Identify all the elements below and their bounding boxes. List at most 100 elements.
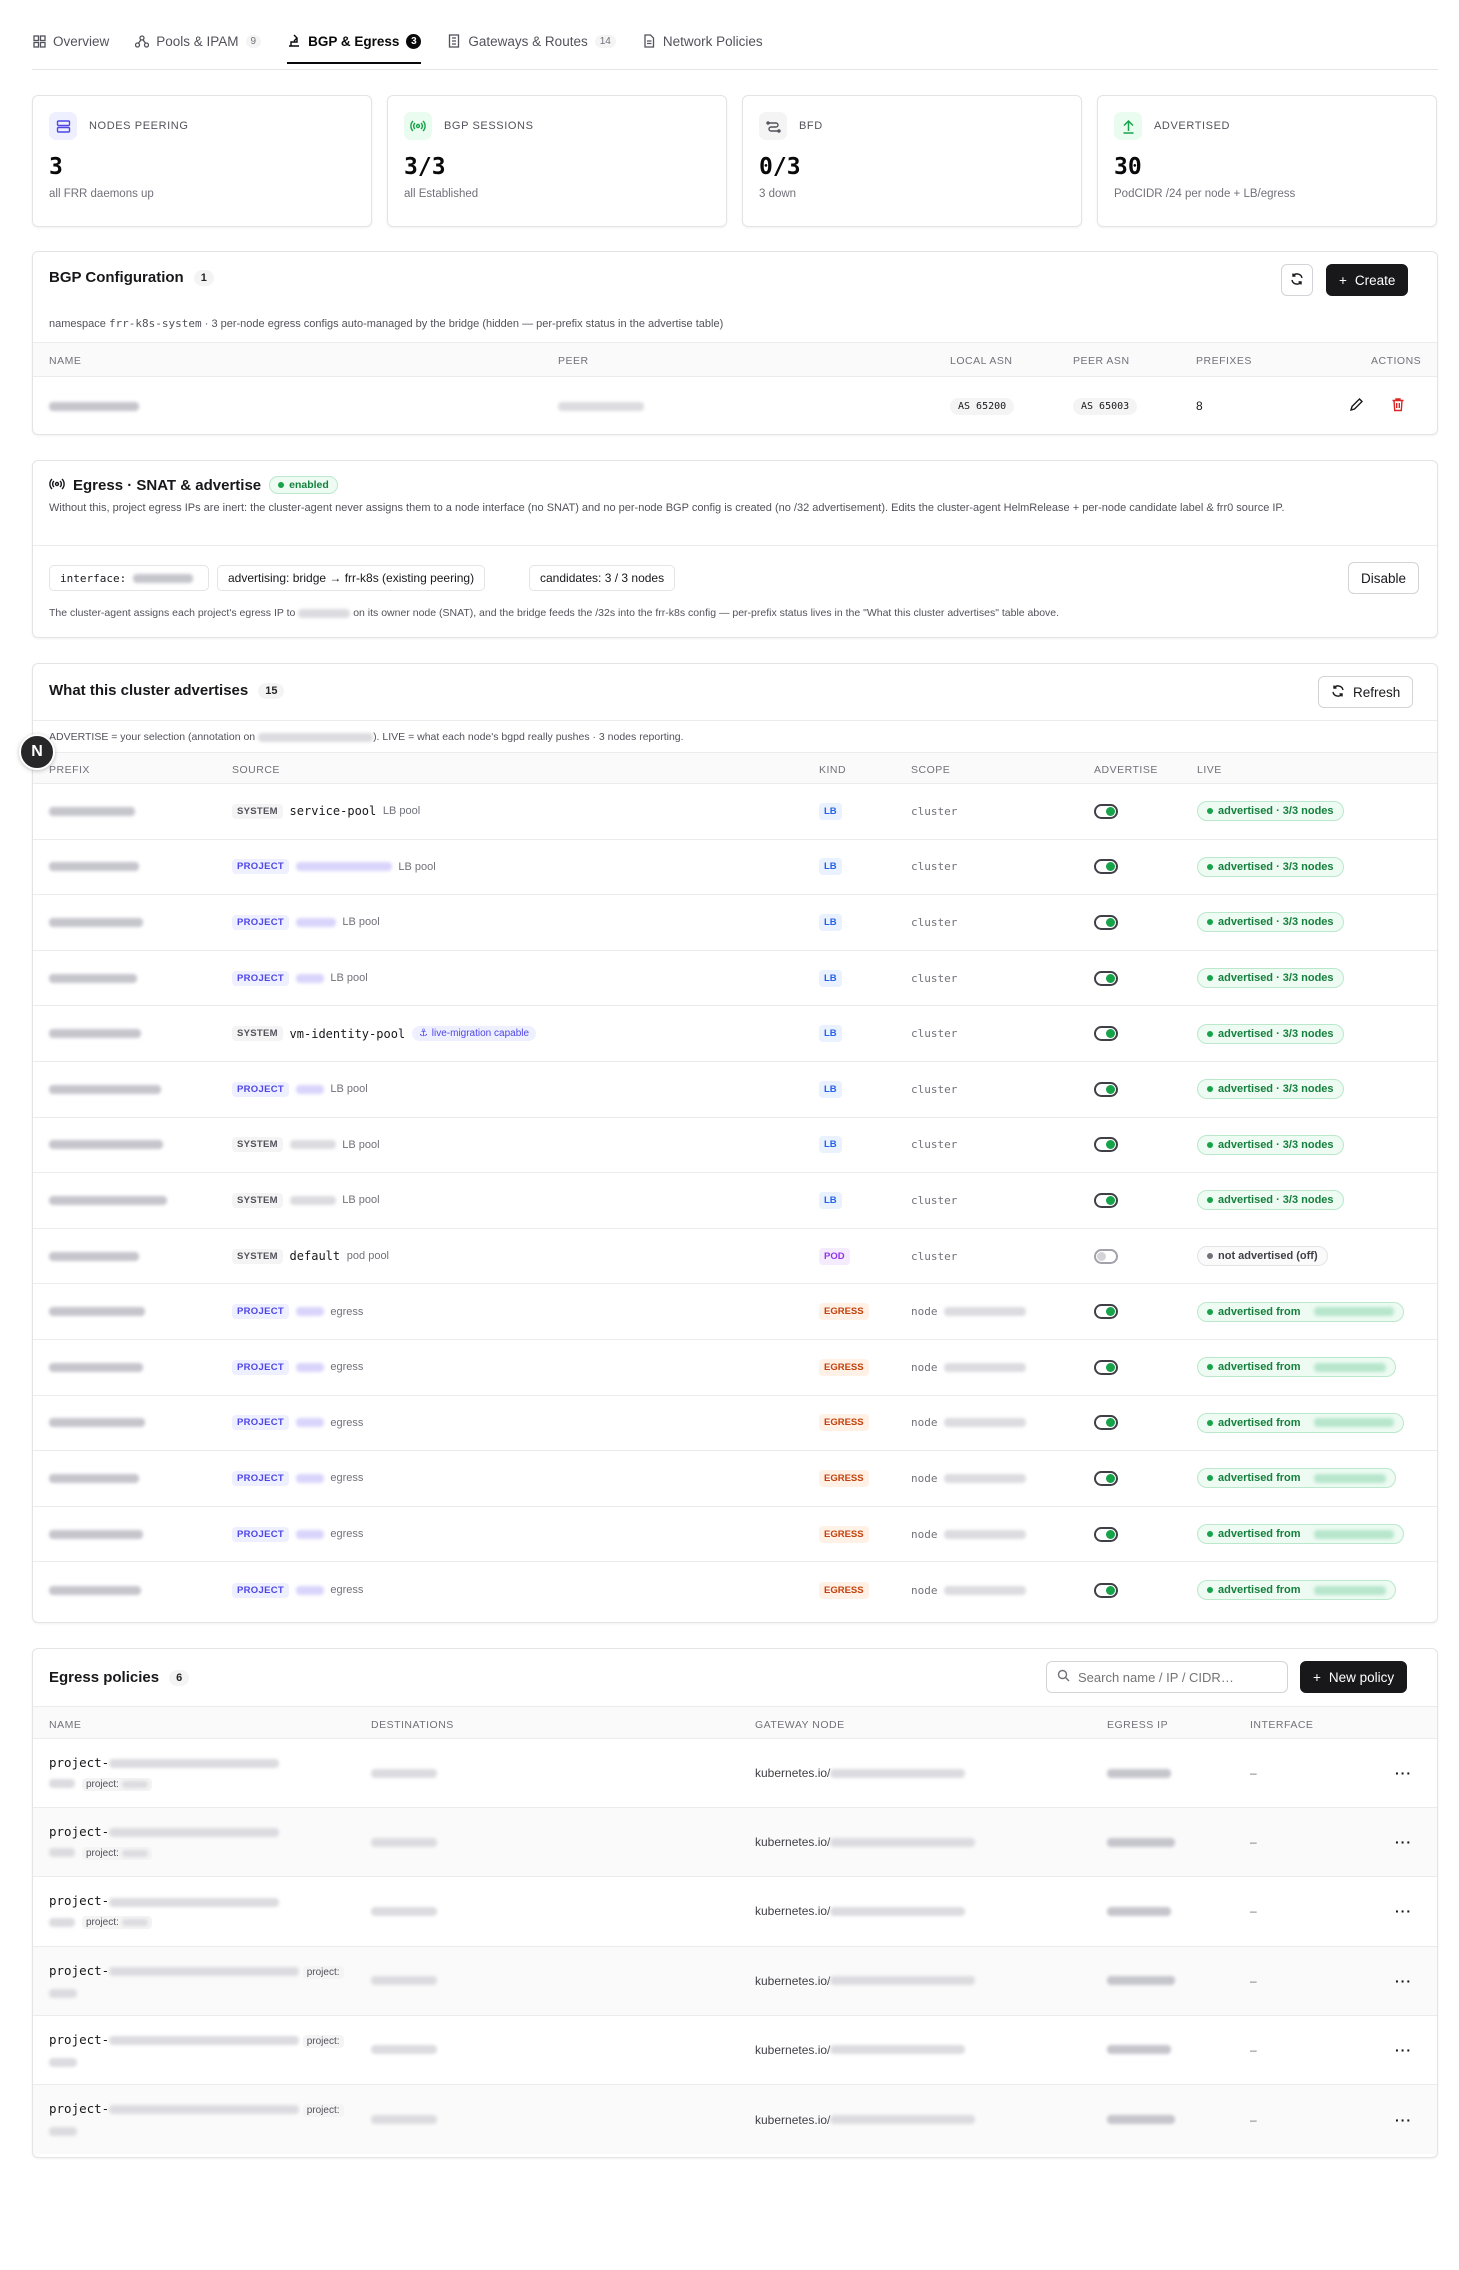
tab-pools-ipam[interactable]: Pools & IPAM 9 [135, 20, 262, 62]
stat-card-bfd: BFD 0/3 3 down [742, 95, 1082, 227]
col-interface: INTERFACE [1250, 1719, 1314, 1731]
gateway-prefix: kubernetes.io/ [755, 1835, 831, 1850]
advertise-toggle-cell [1094, 1562, 1118, 1618]
project-label: project: [306, 2035, 340, 2047]
interface-cell: – [1250, 1904, 1257, 1919]
advertise-toggle[interactable] [1094, 803, 1118, 819]
table-row: PROJECT egress EGRESS node advertised from [33, 1507, 1437, 1563]
status-badge: enabled [269, 476, 338, 494]
advertise-toggle[interactable] [1094, 1081, 1118, 1097]
advertise-toggle[interactable] [1094, 1137, 1118, 1153]
tab-gateways-routes[interactable]: Gateways & Routes 14 [447, 20, 616, 62]
advertise-toggle[interactable] [1094, 1470, 1118, 1486]
advertise-toggle[interactable] [1094, 1582, 1118, 1598]
scope-text: node [911, 1471, 938, 1485]
search-input[interactable] [1078, 1669, 1278, 1685]
policy-name-cell[interactable]: project- project: [49, 1822, 359, 1864]
advertise-toggle[interactable] [1094, 1248, 1118, 1264]
advertise-toggle[interactable] [1094, 859, 1118, 875]
live-status-badge: advertised from [1197, 1412, 1404, 1433]
tab-bgp-egress[interactable]: BGP & Egress 3 [287, 20, 422, 64]
search-box[interactable] [1046, 1661, 1288, 1693]
row-menu-button[interactable]: ··· [1395, 2085, 1412, 2154]
new-policy-button[interactable]: + New policy [1300, 1661, 1408, 1693]
row-menu-button[interactable]: ··· [1395, 1877, 1412, 1945]
destinations-cell [371, 1877, 437, 1945]
edit-button[interactable] [1349, 377, 1364, 434]
delete-button[interactable] [1391, 377, 1405, 434]
source-cell: PROJECT egress [232, 1396, 363, 1451]
tab-label: Overview [53, 33, 110, 49]
bgp-configuration-card: BGP Configuration 1 + Create namespace frr… [32, 251, 1438, 435]
advertise-toggle[interactable] [1094, 970, 1118, 986]
row-menu-button[interactable]: ··· [1395, 1739, 1412, 1807]
row-menu-button[interactable]: ··· [1395, 2016, 1412, 2084]
gateway-prefix: kubernetes.io/ [755, 2112, 831, 2127]
source-type-chip: SYSTEM [232, 1248, 283, 1264]
advertise-toggle[interactable] [1094, 1026, 1118, 1042]
disable-button[interactable]: Disable [1348, 562, 1420, 594]
source-suffix: LB pool [342, 916, 380, 929]
advertise-toggle-cell [1094, 1284, 1118, 1339]
kind-cell: LB [819, 1118, 842, 1173]
kind-badge: LB [819, 1080, 842, 1098]
policy-name-cell[interactable]: project- project: [49, 2030, 359, 2072]
tab-overview[interactable]: Overview [32, 20, 109, 62]
prefix-cell [49, 1562, 141, 1618]
tab-network-policies[interactable]: Network Policies [642, 20, 763, 62]
interface-cell: – [1250, 2042, 1257, 2057]
source-cell: PROJECT LB pool [232, 840, 436, 895]
source-cell: PROJECT egress [232, 1284, 363, 1339]
namespace-description: · 3 per-node egress configs auto-managed… [204, 318, 724, 330]
advertise-toggle[interactable] [1094, 1304, 1118, 1320]
refresh-button[interactable]: Refresh [1318, 676, 1414, 708]
kind-badge: LB [819, 858, 842, 876]
search-icon [1057, 1669, 1070, 1685]
source-cell: PROJECT egress [232, 1340, 363, 1395]
interface-cell: – [1250, 1766, 1257, 1781]
advertise-toggle[interactable] [1094, 1359, 1118, 1375]
project-tag: project: [81, 1778, 152, 1791]
policy-name-cell[interactable]: project- project: [49, 2099, 359, 2141]
live-status-badge: advertised · 3/3 nodes [1197, 856, 1344, 877]
source-type-chip: PROJECT [232, 1470, 289, 1486]
live-status-badge: advertised · 3/3 nodes [1197, 912, 1344, 933]
refresh-button[interactable] [1281, 264, 1313, 296]
policy-name-cell[interactable]: project- project: [49, 1753, 359, 1795]
advertise-toggle-cell [1094, 1006, 1118, 1061]
prefix-cell [49, 1284, 145, 1339]
egress-header: Egress · SNAT & advertise enabled [49, 476, 338, 494]
source-cell: PROJECT LB pool [232, 895, 380, 950]
advertise-toggle[interactable] [1094, 1415, 1118, 1431]
advertise-toggle[interactable] [1094, 1526, 1118, 1542]
create-button[interactable]: + Create [1326, 264, 1409, 296]
policy-name-cell[interactable]: project- project: [49, 1961, 359, 2003]
egress-ip-cell [1107, 2016, 1171, 2084]
advertise-toggle[interactable] [1094, 1192, 1118, 1208]
kind-badge: EGRESS [819, 1414, 869, 1432]
gateway-prefix: kubernetes.io/ [755, 1973, 831, 1988]
project-label: project: [306, 2105, 340, 2116]
avatar[interactable]: N [19, 734, 55, 770]
live-cell: advertised · 3/3 nodes [1197, 1062, 1344, 1117]
advertise-toggle-cell [1094, 1451, 1118, 1506]
col-egress-ip: EGRESS IP [1107, 1719, 1169, 1731]
live-text: advertised · 3/3 nodes [1218, 1027, 1334, 1040]
col-actions: ACTIONS [1371, 355, 1422, 367]
col-destinations: DESTINATIONS [371, 1719, 454, 1731]
row-menu-button[interactable]: ··· [1395, 1947, 1412, 2015]
kind-cell: EGRESS [819, 1507, 869, 1562]
peer-asn-badge: AS 65003 [1073, 397, 1138, 415]
policy-name-cell[interactable]: project- project: [49, 1891, 359, 1933]
bgp-name[interactable] [49, 377, 139, 434]
table-row: SYSTEM vm-identity-pool ⚓ live-migration … [33, 1006, 1437, 1062]
kind-badge: LB [819, 1136, 842, 1154]
project-label: project: [85, 1848, 119, 1860]
source-type-chip: SYSTEM [232, 1026, 283, 1042]
advertise-toggle[interactable] [1094, 914, 1118, 930]
kind-cell: POD [819, 1229, 850, 1284]
policies-title: Egress policies [49, 1669, 160, 1686]
policy-name: project- [49, 1893, 110, 1909]
row-menu-button[interactable]: ··· [1395, 1808, 1412, 1876]
card-title: What this cluster advertises 15 [49, 682, 285, 699]
